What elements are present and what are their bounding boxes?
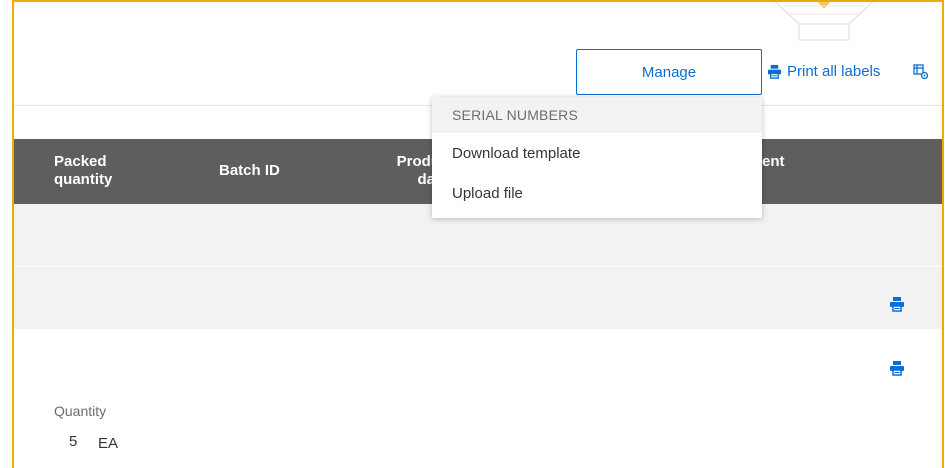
menu-item-download-template[interactable]: Download template [432, 133, 762, 173]
printer-icon[interactable] [889, 296, 905, 312]
printer-icon[interactable] [889, 360, 905, 376]
quantity-unit: EA [98, 435, 119, 452]
quantity-value: 5 [69, 433, 78, 450]
column-header-packed-quantity[interactable]: Packed quantity [54, 153, 112, 189]
table-settings-icon[interactable] [913, 64, 929, 80]
column-header-batch-id[interactable]: Batch ID [219, 162, 280, 180]
illustration-graphic [774, 2, 874, 41]
print-all-labels-link[interactable]: Print all labels [767, 63, 880, 80]
quantity-label: Quantity [54, 403, 107, 419]
menu-item-upload-file[interactable]: Upload file [432, 173, 762, 213]
manage-dropdown-menu: SERIAL NUMBERS Download template Upload … [432, 97, 762, 218]
printer-icon [767, 64, 782, 79]
manage-button-label: Manage [641, 63, 697, 81]
print-all-labels-text: Print all labels [787, 63, 881, 80]
column-header-truncated[interactable]: ent [762, 153, 785, 171]
column-header-production-date[interactable]: Produ dat [380, 153, 440, 189]
page-frame: Manage Print all labels Packed quantity … [12, 0, 944, 468]
table-row[interactable] [14, 329, 942, 399]
table-row[interactable] [14, 267, 942, 329]
menu-group-header: SERIAL NUMBERS [432, 97, 762, 133]
manage-button[interactable]: Manage [576, 49, 762, 95]
